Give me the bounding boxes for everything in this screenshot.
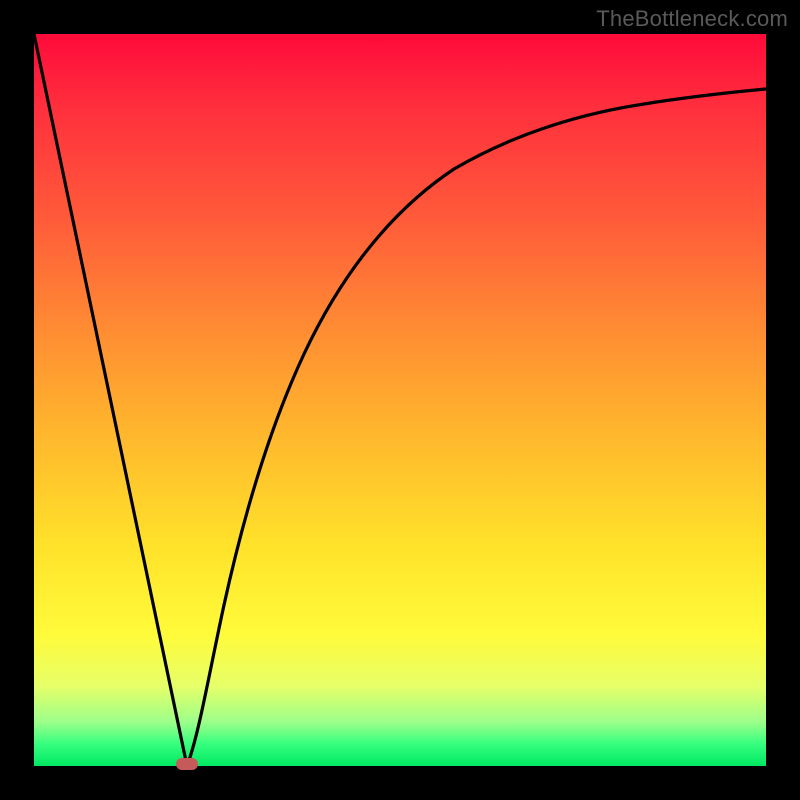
chart-frame: TheBottleneck.com xyxy=(0,0,800,800)
vertex-marker xyxy=(176,758,198,770)
bottleneck-curve-path xyxy=(34,34,766,766)
curve-svg xyxy=(34,34,766,766)
watermark-text: TheBottleneck.com xyxy=(596,6,788,32)
plot-area xyxy=(34,34,766,766)
